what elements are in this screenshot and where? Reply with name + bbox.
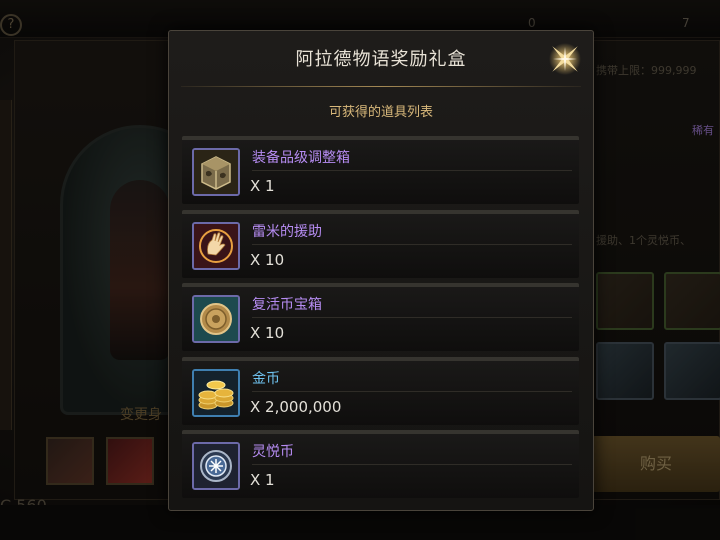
dialog-title: 阿拉德物语奖励礼盒	[295, 49, 467, 70]
item-name: 金币	[252, 370, 280, 387]
mystery-box-icon[interactable]	[192, 148, 240, 196]
item-divider	[252, 464, 572, 465]
spirit-coin-icon[interactable]	[192, 442, 240, 490]
list-item: 雷米的援助 X 10	[182, 209, 579, 278]
item-quantity: X 1	[250, 471, 275, 489]
list-item: 金币 X 2,000,000	[182, 356, 579, 425]
list-item: 装备品级调整箱 X 1	[182, 136, 579, 204]
title-divider	[181, 86, 581, 87]
item-quantity: X 10	[250, 324, 285, 342]
item-divider	[252, 170, 572, 171]
item-name: 雷米的援助	[252, 223, 322, 240]
item-quantity: X 1	[250, 177, 275, 195]
item-divider	[252, 390, 572, 392]
item-divider	[252, 243, 572, 245]
game-screen: ? 0 7 变更身 C 560 携带上限：999,999 稀有 援助、1个灵悦币…	[0, 0, 720, 540]
revive-coin-icon[interactable]	[192, 295, 240, 343]
item-name: 装备品级调整箱	[252, 150, 350, 166]
gold-coins-icon[interactable]	[192, 368, 240, 417]
item-quantity: X 10	[250, 250, 285, 269]
close-button[interactable]	[543, 37, 587, 81]
item-divider	[252, 317, 572, 318]
hand-blessing-icon[interactable]	[192, 221, 240, 270]
item-name: 灵悦币	[252, 444, 294, 460]
close-star-icon	[549, 43, 581, 75]
item-list-heading: 可获得的道具列表	[328, 105, 433, 120]
list-item: 复活币宝箱 X 10	[182, 283, 579, 351]
reward-item-list: 装备品级调整箱 X 1 雷米的援助 X 10 复活币宝箱 X 10 金币 X 2…	[182, 136, 579, 504]
item-quantity: X 2,000,000	[250, 397, 342, 416]
item-name: 复活币宝箱	[252, 297, 322, 313]
reward-box-dialog: 阿拉德物语奖励礼盒 可获得的道具列表 装备品级调整箱 X 1 雷米的援助 X 1…	[168, 30, 594, 511]
list-item: 灵悦币 X 1	[182, 430, 579, 498]
